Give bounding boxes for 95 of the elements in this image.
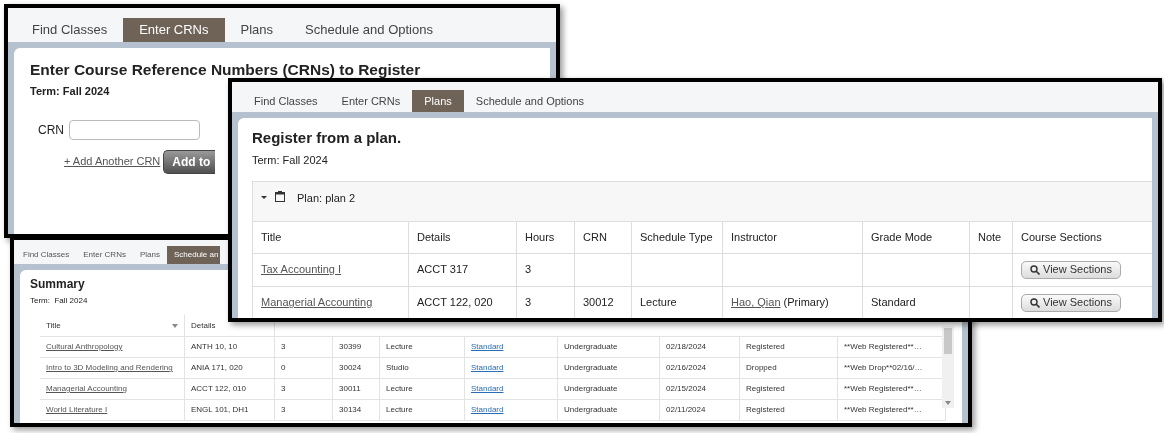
tab[interactable]: Find Classes (16, 18, 124, 42)
table-cell: 02/18/2024 (666, 341, 707, 353)
page-heading: Enter Course Reference Numbers (CRNs) to Register (30, 60, 421, 80)
table-cell: 30024 (339, 362, 362, 374)
term-label: Term: Fall 2024 (30, 84, 110, 99)
grade-mode-link[interactable]: Standard (471, 404, 504, 416)
search-icon (1030, 264, 1040, 275)
course-title-link[interactable]: Cultural Anthropology (46, 341, 123, 353)
tab[interactable]: Enter CRNs (123, 18, 225, 42)
table-cell-text: Standard (871, 295, 916, 311)
table-cell: 3 (281, 341, 286, 353)
table-cell: 02/11/2024 (666, 404, 706, 416)
column-header: Details (417, 229, 451, 245)
scroll-down-arrow-icon (945, 401, 951, 405)
grade-mode-link[interactable]: Standard (471, 341, 504, 353)
tab[interactable]: Find Classes (242, 90, 330, 112)
column-header: Details (191, 319, 216, 332)
column-header: CRN (583, 229, 607, 245)
column-header: Instructor (731, 229, 777, 245)
tab[interactable]: Schedule and Options (289, 18, 449, 42)
table-cell: 3 (281, 383, 286, 395)
page-heading: Register from a plan. (252, 128, 402, 148)
table-cell: Lecture (386, 383, 413, 395)
scrollbar[interactable] (942, 326, 954, 408)
table-cell: Lecture (386, 404, 413, 416)
table-cell: 3 (281, 404, 286, 416)
table-cell: 30134 (339, 404, 362, 416)
table-cell: 02/16/2024 (666, 362, 707, 374)
add-button[interactable]: Add to (163, 149, 216, 174)
table-cell: Undergraduate (564, 404, 618, 416)
table-cell: ACCT 122, 010 (191, 383, 246, 395)
tab[interactable]: Enter CRNs (76, 246, 133, 264)
table-cell: Undergraduate (564, 362, 618, 374)
table-cell: Lecture (386, 341, 413, 353)
course-title-link[interactable]: Managerial Accounting (261, 294, 373, 311)
column-header: Hours (525, 229, 555, 245)
table-cell: **Web Registered**… (844, 404, 922, 416)
column-header: Grade Mode (871, 229, 933, 245)
table-cell: 30399 (339, 341, 362, 353)
table-cell-text: ACCT 317 (417, 262, 469, 278)
tab[interactable]: Plans (224, 18, 290, 42)
instructor-role: (Primary) (783, 295, 829, 311)
plan-label: Plan: plan 2 (297, 190, 356, 206)
plan-header[interactable]: Plan: plan 2 (253, 181, 1152, 222)
table-cell: Registered (746, 341, 785, 353)
page-heading: Summary (30, 277, 85, 292)
clipboard-icon (275, 190, 285, 202)
course-title-link[interactable]: Intro to 3D Modeling and Rendering (46, 362, 173, 374)
tab[interactable]: Enter CRNs (329, 90, 413, 112)
course-title-link[interactable]: Tax Accounting I (261, 261, 342, 278)
view-sections-button[interactable]: View Sections (1021, 293, 1121, 312)
tab[interactable]: Find Classes (16, 246, 77, 264)
table-cell-text: Lecture (640, 295, 677, 311)
table-cell-text: 3 (525, 295, 532, 311)
table-cell: **Web Drop**02/16/… (844, 362, 923, 374)
scrollbar-thumb[interactable] (944, 328, 952, 354)
table-cell: ANIA 171, 020 (191, 362, 243, 374)
table-cell: 02/15/2024 (666, 383, 707, 395)
term-label: Term: Fall 2024 (252, 153, 328, 168)
column-header: Course Sections (1021, 229, 1102, 245)
instructor-link[interactable]: Hao, Qian (731, 294, 781, 311)
table-cell: Dropped (746, 362, 777, 374)
field-label: CRN (38, 121, 64, 139)
column-header: Schedule Type (640, 229, 713, 245)
sort-caret-icon (172, 323, 178, 328)
table-cell: **Web Registered**… (844, 383, 922, 395)
table-cell: Undergraduate (564, 341, 618, 353)
crn-input-field[interactable] (69, 119, 200, 140)
course-title-link[interactable]: Managerial Accounting (46, 383, 127, 395)
table-cell: 30011 (339, 383, 361, 395)
table-cell: **Web Registered**… (844, 341, 922, 353)
add-crn-link[interactable]: + Add Another CRN (64, 153, 161, 170)
tab[interactable]: Schedule and Options (463, 90, 597, 112)
tab[interactable]: Plans (412, 90, 464, 112)
search-icon (1030, 297, 1040, 308)
course-title-link[interactable]: World Literature I (46, 404, 108, 416)
table-cell: 0 (281, 362, 286, 374)
table-cell: ENGL 101, DH1 (191, 404, 249, 416)
grade-mode-link[interactable]: Standard (471, 362, 504, 374)
tab[interactable]: Plans (132, 246, 167, 264)
table-cell-text: ACCT 122, 020 (417, 295, 493, 311)
table-cell: Registered (746, 404, 785, 416)
column-header: Note (978, 229, 1002, 245)
view-sections-button[interactable]: View Sections (1021, 260, 1121, 279)
table-cell: ANTH 10, 10 (191, 341, 238, 353)
table-cell: Undergraduate (564, 383, 618, 395)
grade-mode-link[interactable]: Standard (471, 383, 504, 395)
term-label: Term: Fall 2024 (30, 295, 88, 307)
column-header: Title (261, 229, 282, 245)
column-header: Title (46, 319, 61, 332)
table-cell: Studio (386, 362, 409, 374)
tab[interactable]: Schedule an (166, 246, 221, 264)
table-cell-text: 30012 (583, 295, 614, 311)
table-cell: Registered (746, 383, 785, 395)
table-cell-text: 3 (525, 262, 532, 278)
